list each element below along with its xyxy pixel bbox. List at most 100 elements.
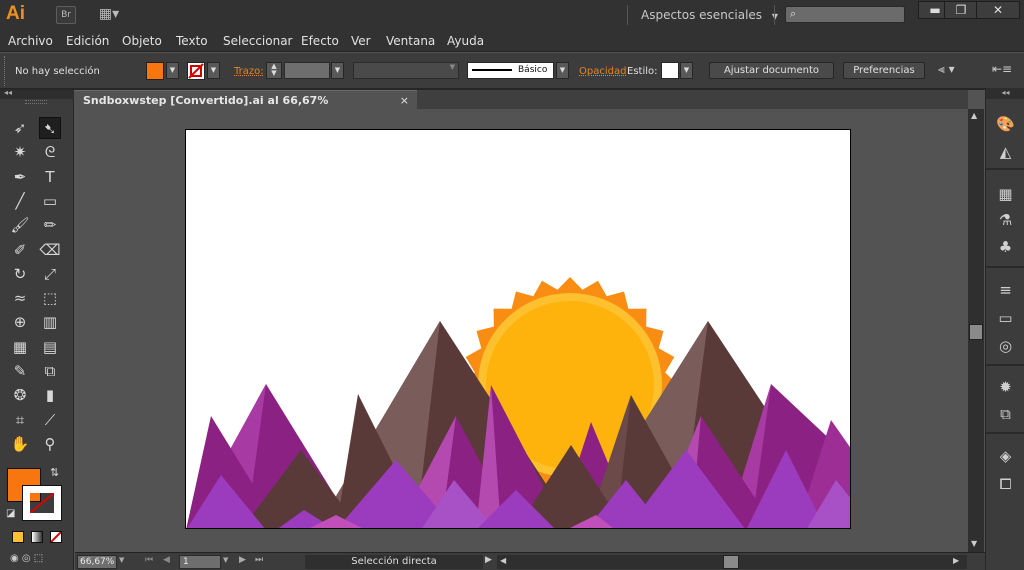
type-tool[interactable]: T	[39, 166, 61, 188]
brushes-button[interactable]: ⚗	[986, 208, 1024, 232]
stroke-color-box[interactable]	[22, 485, 62, 521]
hand-tool[interactable]: ✋	[9, 433, 31, 455]
horizontal-scrollbar[interactable]: ◀ ▶	[497, 555, 967, 569]
prev-artboard-icon[interactable]: ◀	[163, 555, 170, 565]
fill-dropdown[interactable]: ▼	[166, 62, 179, 79]
zoom-dropdown[interactable]: ▼	[119, 556, 124, 564]
first-artboard-icon[interactable]: ⏮	[145, 555, 153, 565]
scroll-thumb[interactable]	[723, 555, 739, 569]
eyedropper-tool[interactable]: ✎	[9, 360, 31, 382]
menu-archivo[interactable]: Archivo	[8, 34, 53, 48]
swatches-button[interactable]: ▦	[986, 182, 1024, 206]
brush-definition[interactable]: Básico	[467, 62, 554, 79]
restore-button[interactable]: ❐	[944, 1, 978, 19]
transparency-button[interactable]: ◎	[986, 334, 1024, 358]
bridge-button[interactable]: Br	[56, 6, 76, 24]
tool-status[interactable]: Selección directa	[305, 555, 483, 569]
warp-tool[interactable]: ≈	[9, 287, 31, 309]
artboard-tool[interactable]: ⌗	[9, 409, 31, 431]
artboard-dropdown[interactable]: ▼	[223, 556, 228, 564]
pencil-tool[interactable]: ✏	[39, 214, 61, 236]
variable-width-profile[interactable]: ▼	[353, 62, 459, 79]
line-tool[interactable]: ╱	[9, 190, 31, 212]
stroke-dropdown[interactable]: ▼	[207, 62, 220, 79]
graphic-styles-button[interactable]: ⧉	[986, 402, 1024, 426]
stroke-swatch[interactable]	[187, 62, 205, 80]
status-menu-arrow[interactable]: ▶	[485, 555, 492, 565]
rotate-tool[interactable]: ↻	[9, 263, 31, 285]
graph-tool[interactable]: ▥	[39, 311, 61, 333]
stroke-weight-dropdown[interactable]: ▼	[331, 62, 344, 79]
scale-tool[interactable]: ⤢	[39, 263, 61, 285]
direct-selection-tool[interactable]: ➷	[39, 117, 61, 139]
adjust-document-button[interactable]: Ajustar documento	[709, 62, 834, 79]
blend-tool[interactable]: ⧉	[39, 360, 61, 382]
menu-seleccionar[interactable]: Seleccionar	[223, 34, 292, 48]
control-panel-menu-button[interactable]: ⇤≡	[992, 62, 1014, 79]
color-guide-button[interactable]: ◭	[986, 140, 1024, 164]
menu-efecto[interactable]: Efecto	[301, 34, 339, 48]
artboards-button[interactable]: ⧠	[986, 472, 1024, 496]
pen-tool[interactable]: ✒	[9, 166, 31, 188]
arrange-documents-button[interactable]: ▦▾	[95, 6, 123, 24]
graphic-style-swatch[interactable]	[661, 62, 679, 79]
help-search-input[interactable]: ⌕	[785, 6, 905, 23]
eraser-tool[interactable]: ⌫	[39, 239, 61, 261]
brush-dropdown[interactable]: ▼	[556, 62, 569, 79]
scroll-right-icon[interactable]: ▶	[953, 556, 959, 565]
last-artboard-icon[interactable]: ⏭	[255, 555, 263, 565]
shape-builder-tool[interactable]: ⊕	[9, 311, 31, 333]
fill-swatch[interactable]	[146, 62, 164, 80]
blob-brush-tool[interactable]: ✐	[9, 239, 31, 261]
color-mode-button[interactable]	[12, 531, 24, 543]
gradient-mode-button[interactable]	[31, 531, 43, 543]
document-tab[interactable]: Sndboxwstep [Convertido].ai al 66,67% (R…	[75, 90, 417, 120]
drawing-modes[interactable]: ◉ ◎ ⬚	[10, 553, 66, 567]
menu-ver[interactable]: Ver	[351, 34, 371, 48]
default-colors-icon[interactable]: ◪	[6, 508, 15, 519]
zoom-tool[interactable]: ⚲	[39, 433, 61, 455]
artboard[interactable]	[185, 129, 851, 529]
scroll-up-icon[interactable]: ▲	[971, 111, 977, 120]
magic-wand-tool[interactable]: ✷	[9, 141, 31, 163]
stroke-weight-stepper[interactable]: ▲ ▼	[266, 62, 282, 79]
selection-tool[interactable]: ➶	[9, 117, 31, 139]
column-graph-tool[interactable]: ▮	[39, 384, 61, 406]
mesh-tool[interactable]: ▦	[9, 336, 31, 358]
gradient-panel-button[interactable]: ▭	[986, 306, 1024, 330]
paintbrush-tool[interactable]: 🖌	[9, 214, 31, 236]
expand-panels-button[interactable]: ◂◂	[986, 88, 1024, 99]
workspace-switcher[interactable]: Aspectos esenciales ▼	[641, 8, 778, 22]
rectangle-tool[interactable]: ▭	[39, 190, 61, 212]
slice-tool[interactable]: ⟋	[39, 409, 61, 431]
zoom-input[interactable]: 66,67%	[77, 555, 117, 569]
swap-colors-icon[interactable]: ⇅	[50, 466, 59, 479]
stroke-panel-button[interactable]: ≡	[986, 278, 1024, 302]
artboard-number-input[interactable]: 1	[179, 555, 221, 569]
gradient-tool[interactable]: ▤	[39, 336, 61, 358]
stroke-weight-input[interactable]	[284, 62, 330, 79]
scroll-thumb[interactable]	[969, 324, 983, 340]
menu-ventana[interactable]: Ventana	[386, 34, 435, 48]
scroll-left-icon[interactable]: ◀	[500, 556, 506, 565]
menu-objeto[interactable]: Objeto	[122, 34, 162, 48]
close-tab-icon[interactable]: ×	[400, 94, 409, 107]
menu-edicion[interactable]: Edición	[66, 34, 109, 48]
appearance-button[interactable]: ✹	[986, 375, 1024, 399]
next-artboard-icon[interactable]: ▶	[239, 555, 246, 565]
transform-options-button[interactable]: ⫷ ▾	[938, 62, 970, 79]
close-window-button[interactable]: ✕	[976, 1, 1020, 19]
none-mode-button[interactable]	[50, 531, 62, 543]
lasso-tool[interactable]: ᘓ	[39, 141, 61, 163]
color-panel-button[interactable]: 🎨	[986, 112, 1024, 136]
menu-texto[interactable]: Texto	[176, 34, 208, 48]
layers-button[interactable]: ◈	[986, 444, 1024, 468]
preferences-button[interactable]: Preferencias	[843, 62, 925, 79]
opacity-label[interactable]: Opacidad	[579, 66, 626, 77]
symbol-sprayer-tool[interactable]: ❂	[9, 384, 31, 406]
menu-ayuda[interactable]: Ayuda	[447, 34, 484, 48]
stroke-label[interactable]: Trazo:	[234, 66, 264, 77]
vertical-scrollbar[interactable]: ▲ ▼	[968, 109, 984, 552]
scroll-down-icon[interactable]: ▼	[971, 539, 977, 548]
graphic-style-dropdown[interactable]: ▼	[680, 62, 693, 79]
